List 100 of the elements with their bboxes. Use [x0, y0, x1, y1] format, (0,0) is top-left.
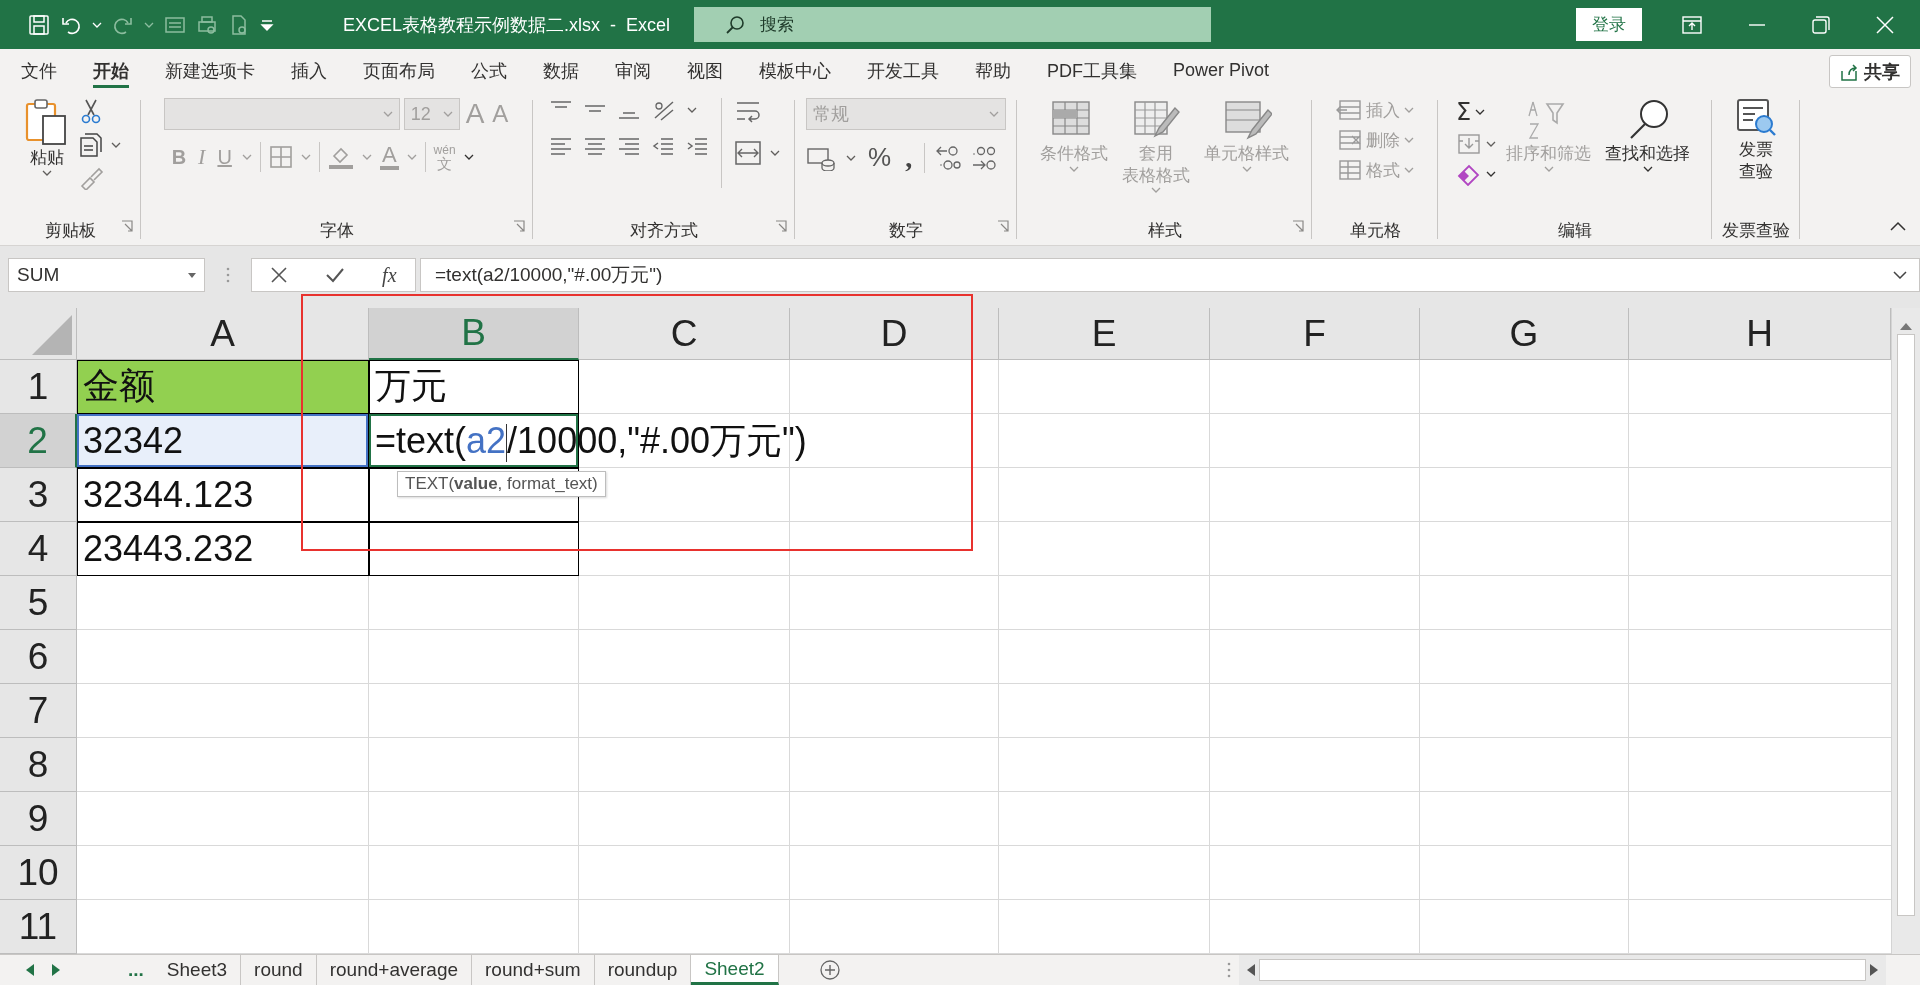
ribbon-tab[interactable]: 页面布局 — [345, 49, 453, 92]
sheet-tab[interactable]: round+sum — [472, 955, 595, 985]
dialog-launcher-icon[interactable] — [121, 220, 133, 232]
formula-field[interactable]: =text(a2/10000,"#.00万元") — [420, 258, 1920, 292]
ribbon-tab[interactable]: 插入 — [273, 49, 345, 92]
table-cell[interactable]: 金额 — [77, 360, 369, 414]
ribbon-display-icon[interactable] — [1682, 15, 1702, 34]
column-header[interactable]: A — [77, 308, 369, 360]
copy-icon[interactable] — [78, 132, 103, 158]
sheet-tab[interactable]: Sheet2 — [691, 955, 779, 985]
autosum-button[interactable]: Σ — [1456, 98, 1472, 126]
column-header[interactable]: B — [369, 308, 579, 360]
collapse-ribbon-icon[interactable] — [1890, 221, 1906, 231]
save-icon[interactable] — [28, 13, 50, 36]
row-header[interactable]: 11 — [0, 900, 77, 954]
restore-icon[interactable] — [1812, 15, 1830, 34]
dialog-launcher-icon[interactable] — [513, 220, 525, 232]
caret-icon[interactable] — [686, 107, 697, 113]
row-header[interactable]: 7 — [0, 684, 77, 738]
sheet-tab[interactable]: round+average — [316, 955, 473, 985]
ribbon-tab[interactable]: 模板中心 — [741, 49, 849, 92]
align-center-icon[interactable] — [582, 136, 607, 158]
align-right-icon[interactable] — [616, 136, 641, 158]
ribbon-tab[interactable]: 新建选项卡 — [147, 49, 273, 92]
row-header[interactable]: 4 — [0, 522, 77, 576]
scroll-up-icon[interactable] — [1900, 322, 1912, 330]
printer-icon[interactable] — [196, 13, 218, 36]
ribbon-tab[interactable]: PDF工具集 — [1029, 49, 1155, 92]
row-header[interactable]: 3 — [0, 468, 77, 522]
column-header[interactable]: D — [790, 308, 999, 360]
row-header[interactable]: 5 — [0, 576, 77, 630]
ribbon-tab[interactable]: 开发工具 — [849, 49, 957, 92]
dialog-launcher-icon[interactable] — [997, 220, 1009, 232]
enter-icon[interactable] — [325, 266, 346, 284]
decrease-indent-icon[interactable] — [650, 136, 675, 158]
dialog-launcher-icon[interactable] — [1292, 220, 1304, 232]
table-cell[interactable]: 32342 — [77, 414, 369, 468]
drag-handle-icon[interactable] — [1226, 962, 1231, 978]
row-header[interactable]: 2 — [0, 414, 77, 468]
scroll-right-icon[interactable] — [1870, 964, 1878, 976]
fill-down-icon[interactable] — [1456, 132, 1482, 156]
drag-handle-icon[interactable] — [226, 267, 230, 283]
column-header[interactable]: C — [579, 308, 790, 360]
close-icon[interactable] — [1876, 15, 1894, 34]
name-box-field[interactable]: SUM — [8, 258, 205, 292]
ribbon-tab[interactable]: 文件 — [3, 49, 75, 92]
caret-icon[interactable] — [188, 272, 196, 278]
previous-sheet-icon[interactable] — [26, 964, 34, 976]
caret-icon[interactable] — [1486, 141, 1496, 147]
row-header[interactable]: 6 — [0, 630, 77, 684]
scroll-left-icon[interactable] — [1246, 964, 1255, 976]
add-sheet-icon[interactable] — [818, 959, 841, 981]
column-header[interactable]: H — [1629, 308, 1891, 360]
ribbon-tab[interactable]: 公式 — [453, 49, 525, 92]
scrollbar-thumb[interactable] — [1258, 959, 1866, 981]
eraser-icon[interactable] — [1456, 162, 1482, 186]
row-header[interactable]: 8 — [0, 738, 77, 792]
ribbon-tab[interactable]: 审阅 — [597, 49, 669, 92]
increase-decimal-icon[interactable] — [935, 144, 962, 171]
caret-icon[interactable] — [1475, 109, 1486, 115]
ribbon-tab[interactable]: 视图 — [669, 49, 741, 92]
align-left-icon[interactable] — [548, 136, 573, 158]
login-button[interactable]: 登录 — [1576, 8, 1642, 41]
table-cell[interactable]: 32344.123 — [77, 468, 369, 522]
paste-button[interactable]: 粘贴 — [20, 98, 73, 176]
caret-icon[interactable] — [769, 150, 780, 156]
customize-menu-icon[interactable] — [260, 17, 274, 32]
caret-icon[interactable] — [846, 154, 856, 161]
cancel-icon[interactable] — [270, 266, 289, 284]
editing-button[interactable]: 查找和选择 — [1601, 98, 1694, 172]
caret-icon[interactable] — [1486, 171, 1496, 177]
share-button[interactable]: 共享 — [1829, 55, 1911, 88]
caret-icon[interactable] — [463, 154, 474, 160]
column-header[interactable]: E — [999, 308, 1210, 360]
sheet-tab[interactable]: round — [241, 955, 317, 985]
column-header[interactable]: G — [1420, 308, 1629, 360]
ribbon-tab[interactable]: 开始 — [75, 49, 147, 92]
table-cell[interactable]: 23443.232 — [77, 522, 369, 576]
caret-icon[interactable] — [41, 169, 52, 176]
expand-caret-icon[interactable] — [1893, 271, 1907, 279]
decrease-decimal-icon[interactable] — [971, 144, 998, 171]
insert-function-button[interactable]: fx — [382, 263, 397, 287]
format-painter-icon[interactable] — [78, 166, 105, 190]
search-field[interactable]: 搜索 — [694, 7, 1212, 42]
caret-icon[interactable] — [110, 142, 121, 148]
scrollbar-thumb[interactable] — [1897, 334, 1915, 916]
table-cell[interactable] — [369, 522, 579, 576]
borders-icon[interactable] — [268, 145, 293, 169]
invoice-check-button[interactable]: 发票 查验 — [1730, 98, 1782, 182]
next-sheet-icon[interactable] — [52, 964, 60, 976]
column-header[interactable]: F — [1210, 308, 1420, 360]
more-sheets-button[interactable]: ... — [118, 955, 154, 985]
table-cell[interactable]: 万元 — [369, 360, 579, 414]
row-header[interactable]: 1 — [0, 360, 77, 414]
caret-icon[interactable] — [1642, 165, 1653, 172]
ribbon-tab[interactable]: 数据 — [525, 49, 597, 92]
ribbon-tab[interactable]: 帮助 — [957, 49, 1029, 92]
row-header[interactable]: 10 — [0, 846, 77, 900]
merge-center-icon[interactable] — [733, 140, 762, 166]
sheet-tab[interactable]: Sheet3 — [153, 955, 242, 985]
